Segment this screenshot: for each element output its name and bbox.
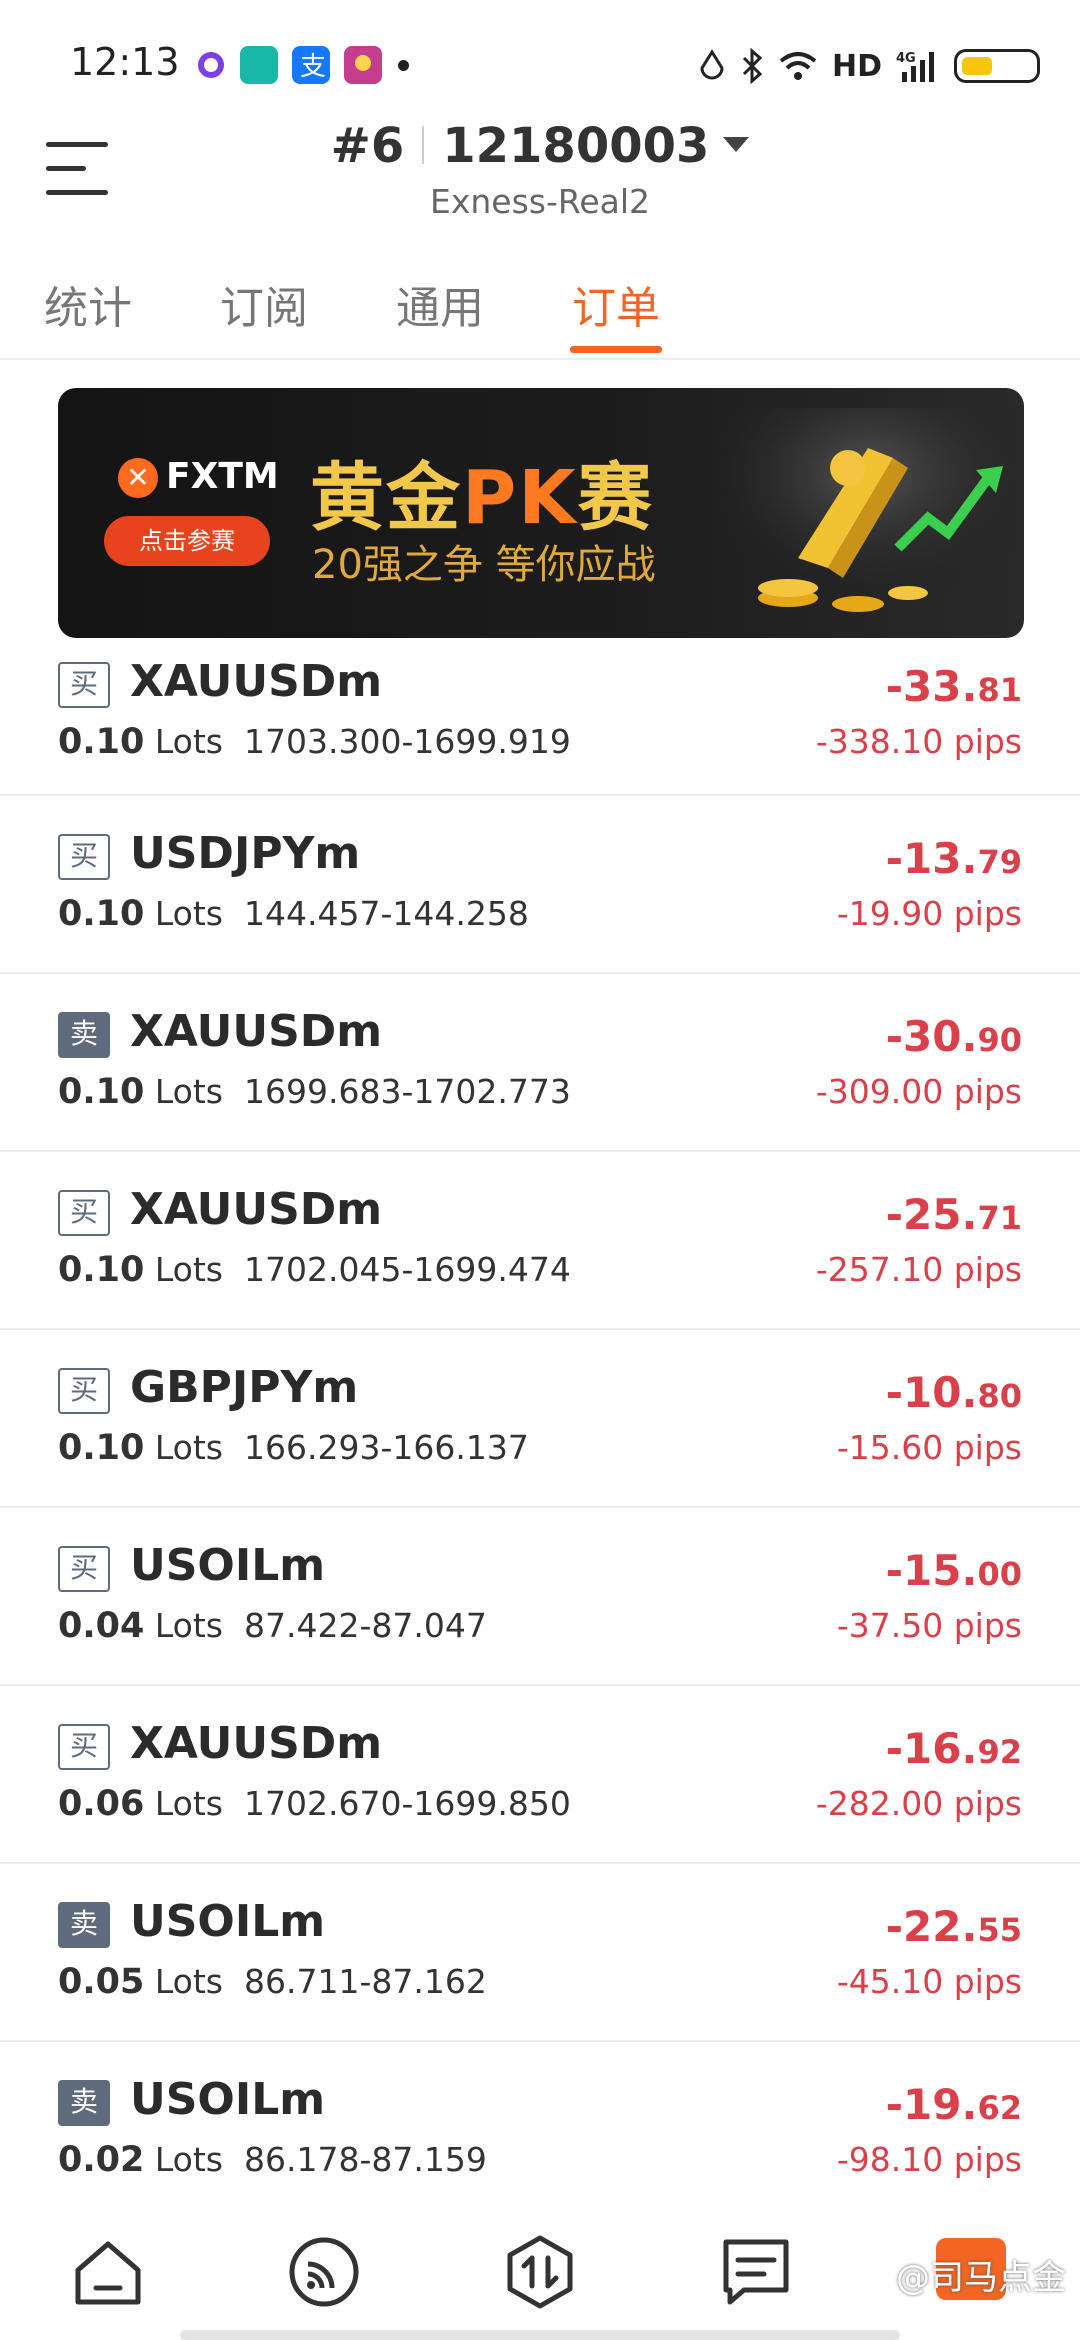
order-pips: -19.90 pips [836,894,1022,933]
order-pips: -282.00 pips [815,1784,1022,1823]
bluetooth-icon [742,48,763,84]
svg-text:4G: 4G [896,51,916,66]
watermark: @司马点金 [896,2258,1066,2298]
active-tab-indicator [570,346,662,353]
side-badge: 卖 [58,1012,110,1058]
order-pips: -338.10 pips [815,722,1022,761]
home-icon[interactable] [70,2234,146,2310]
order-detail: 0.10 Lots 1702.045-1699.474 [58,1250,571,1290]
order-detail: 0.10 Lots 1699.683-1702.773 [58,1072,571,1112]
order-detail: 0.10 Lots 166.293-166.137 [58,1428,529,1468]
account-number: 12180003 [442,118,710,174]
order-symbol: XAUUSDm [130,1006,383,1057]
notification-dot [398,60,409,71]
tab-statistics[interactable]: 统计 [44,272,132,336]
order-profit: -25.71 [885,1190,1022,1239]
banner-title: 黄金PK赛 [310,455,654,541]
message-icon[interactable] [718,2234,794,2310]
status-indicators: HD 4G [698,44,1040,88]
status-bar: 12:13 支 HD 4G [0,0,1080,120]
dropdown-caret-icon [723,136,750,152]
order-symbol: USDJPYm [130,828,361,879]
order-row[interactable]: 卖 USOILm 0.05 Lots 86.711-87.162 -22.55 … [0,1864,1080,2042]
order-profit: -19.62 [885,2080,1022,2129]
tab-orders[interactable]: 订单 [572,272,660,336]
join-contest-button[interactable]: 点击参赛 [104,516,270,566]
server-name: Exness-Real2 [429,182,651,221]
promo-banner[interactable]: FXTM 点击参赛 黄金PK赛 20强之争 等你应战 [58,388,1024,638]
app-icon-purple [192,46,230,84]
boss-icon [240,46,278,84]
orders-list: 买 XAUUSDm 0.10 Lots 1703.300-1699.919 -3… [0,656,1080,2220]
order-detail: 0.06 Lots 1702.670-1699.850 [58,1784,571,1824]
banner-subtitle: 20强之争 等你应战 [312,542,656,588]
cellular-signal-icon: 4G [896,51,934,82]
order-profit: -15.00 [885,1546,1022,1595]
order-pips: -309.00 pips [815,1072,1022,1111]
order-profit: -30.90 [885,1012,1022,1061]
order-pips: -15.60 pips [836,1428,1022,1467]
order-profit: -16.92 [885,1724,1022,1773]
order-symbol: XAUUSDm [130,1184,383,1235]
order-profit: -10.80 [885,1368,1022,1417]
order-profit: -22.55 [885,1902,1022,1951]
wifi-icon [779,52,817,80]
order-profit: -33.81 [885,662,1022,711]
data-saver-icon [700,49,724,80]
signal-icon[interactable] [286,2234,362,2310]
order-symbol: USOILm [130,2074,326,2125]
side-badge: 买 [58,1190,110,1236]
side-badge: 买 [58,1368,110,1414]
hd-label: HD [831,48,882,84]
order-detail: 0.05 Lots 86.711-87.162 [58,1962,487,2002]
order-symbol: USOILm [130,1896,326,1947]
side-badge: 卖 [58,1902,110,1948]
order-row[interactable]: 卖 USOILm 0.02 Lots 86.178-87.159 -19.62 … [0,2042,1080,2220]
order-symbol: XAUUSDm [130,656,383,707]
order-detail: 0.10 Lots 144.457-144.258 [58,894,529,934]
order-row[interactable]: 买 XAUUSDm 0.10 Lots 1703.300-1699.919 -3… [0,656,1080,796]
side-badge: 买 [58,1546,110,1592]
svg-text:支: 支 [300,52,326,82]
order-pips: -98.10 pips [836,2140,1022,2179]
order-pips: -257.10 pips [815,1250,1022,1289]
order-symbol: XAUUSDm [130,1718,383,1769]
gesture-bar [180,2330,900,2340]
order-row[interactable]: 买 GBPJPYm 0.10 Lots 166.293-166.137 -10.… [0,1330,1080,1508]
order-detail: 0.04 Lots 87.422-87.047 [58,1606,487,1646]
order-row[interactable]: 买 USOILm 0.04 Lots 87.422-87.047 -15.00 … [0,1508,1080,1686]
order-row[interactable]: 卖 XAUUSDm 0.10 Lots 1699.683-1702.773 -3… [0,974,1080,1152]
battery-icon [954,49,1040,83]
side-badge: 买 [58,662,110,708]
side-badge: 卖 [58,2080,110,2126]
status-time: 12:13 [70,40,180,84]
order-pips: -45.10 pips [836,1962,1022,2001]
account-index: #6 [330,118,405,174]
brand-logo: FXTM [118,456,279,498]
order-row[interactable]: 买 XAUUSDm 0.10 Lots 1702.045-1699.474 -2… [0,1152,1080,1330]
order-profit: -13.79 [885,834,1022,883]
side-badge: 买 [58,834,110,880]
order-symbol: GBPJPYm [130,1362,359,1413]
tab-subscribe[interactable]: 订阅 [220,272,308,336]
order-detail: 0.02 Lots 86.178-87.159 [58,2140,487,2180]
alipay-icon: 支 [292,46,330,84]
side-badge: 买 [58,1724,110,1770]
order-row[interactable]: 买 XAUUSDm 0.06 Lots 1702.670-1699.850 -1… [0,1686,1080,1864]
gold-bars-illustration [718,408,1018,628]
account-selector[interactable]: #6 12180003 [0,118,1080,174]
trade-icon[interactable] [502,2234,578,2310]
order-pips: -37.50 pips [836,1606,1022,1645]
order-row[interactable]: 买 USDJPYm 0.10 Lots 144.457-144.258 -13.… [0,796,1080,974]
order-detail: 0.10 Lots 1703.300-1699.919 [58,722,571,762]
tab-general[interactable]: 通用 [396,272,484,336]
order-symbol: USOILm [130,1540,326,1591]
weather-icon [344,46,382,84]
tab-bar: 统计 订阅 通用 订单 [0,262,1080,360]
bottom-nav: @司马点金 [0,2198,1080,2340]
